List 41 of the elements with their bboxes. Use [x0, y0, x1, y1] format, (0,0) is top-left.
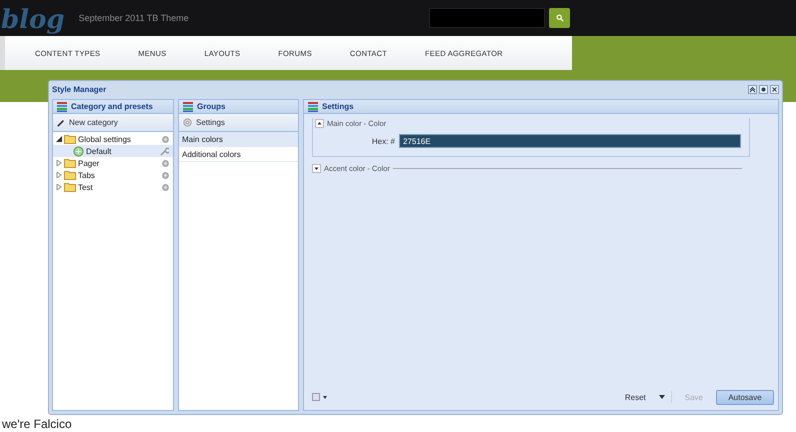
- group-item[interactable]: Additional colors: [179, 147, 298, 162]
- search-icon: [556, 14, 564, 22]
- tree-item[interactable]: Pager: [53, 157, 173, 169]
- list-icon: [57, 102, 67, 112]
- dialog-title: Style Manager: [52, 84, 106, 94]
- panel-title: Groups: [197, 102, 226, 111]
- collapse-icon[interactable]: [748, 84, 757, 94]
- pen-icon: [57, 118, 65, 126]
- hex-input-field[interactable]: 27516E: [399, 134, 741, 148]
- tree-item[interactable]: Default: [53, 145, 173, 157]
- category-label: Tabs: [78, 170, 96, 180]
- new-category-button[interactable]: New category: [53, 114, 173, 132]
- reset-button[interactable]: Reset: [618, 390, 653, 404]
- preset-label: Default: [86, 146, 112, 156]
- category-label: Pager: [78, 158, 100, 168]
- intro-text: we're Falcico: [2, 418, 73, 431]
- list-icon: [308, 102, 318, 112]
- preset-icon: [73, 146, 84, 156]
- expand-triangle-icon[interactable]: [56, 136, 62, 142]
- autosave-button[interactable]: Autosave: [716, 390, 774, 404]
- category-label: Global settings: [78, 134, 132, 144]
- folder-icon: [64, 170, 76, 180]
- tree-item[interactable]: Global settings: [53, 133, 173, 145]
- caret-icon[interactable]: [658, 395, 665, 399]
- panel-title: Settings: [322, 102, 354, 111]
- site-tagline: September 2011 TB Theme: [78, 13, 189, 23]
- wrench-icon[interactable]: [160, 146, 169, 156]
- expand-toggle-icon[interactable]: [312, 164, 321, 172]
- group-item[interactable]: Main colors: [179, 132, 298, 147]
- search-field[interactable]: [429, 8, 545, 28]
- search-button[interactable]: [549, 8, 570, 28]
- list-icon: [183, 102, 193, 112]
- panel-title: Category and presets: [71, 102, 153, 111]
- settings-button[interactable]: Settings: [179, 114, 298, 132]
- close-icon[interactable]: [770, 84, 779, 94]
- field-label: Hex: #: [370, 136, 395, 146]
- folder-icon: [64, 182, 76, 192]
- collapse-toggle-icon[interactable]: [315, 118, 324, 128]
- tree-item[interactable]: Tabs: [53, 169, 173, 181]
- tree-item[interactable]: Test: [53, 181, 173, 193]
- category-label: Test: [78, 182, 94, 192]
